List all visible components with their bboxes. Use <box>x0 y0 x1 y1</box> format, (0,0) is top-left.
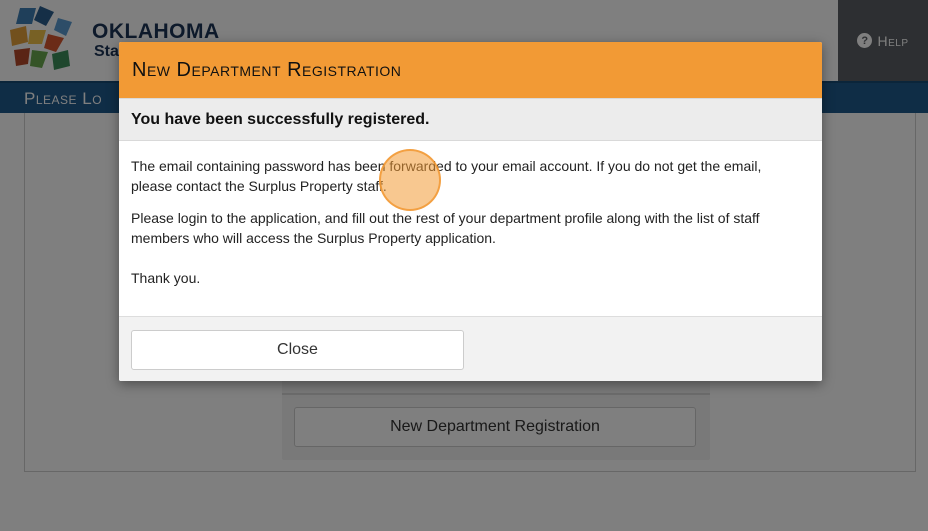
email-info-text: The email containing password has been f… <box>131 158 762 194</box>
dialog-subheader: You have been successfully registered. <box>119 98 822 141</box>
close-button[interactable]: Close <box>131 330 464 370</box>
dialog-header: New Department Registration <box>119 42 822 98</box>
dialog-footer: Close <box>119 316 822 381</box>
registration-success-dialog: New Department Registration You have bee… <box>119 42 822 381</box>
dialog-title: New Department Registration <box>132 58 402 81</box>
login-instructions-text: Please login to the application, and fil… <box>131 210 760 246</box>
click-indicator <box>379 149 441 211</box>
success-message: You have been successfully registered. <box>131 110 430 128</box>
dialog-body: The email containing password has been f… <box>119 141 822 316</box>
thank-you-text: Thank you. <box>131 270 201 286</box>
